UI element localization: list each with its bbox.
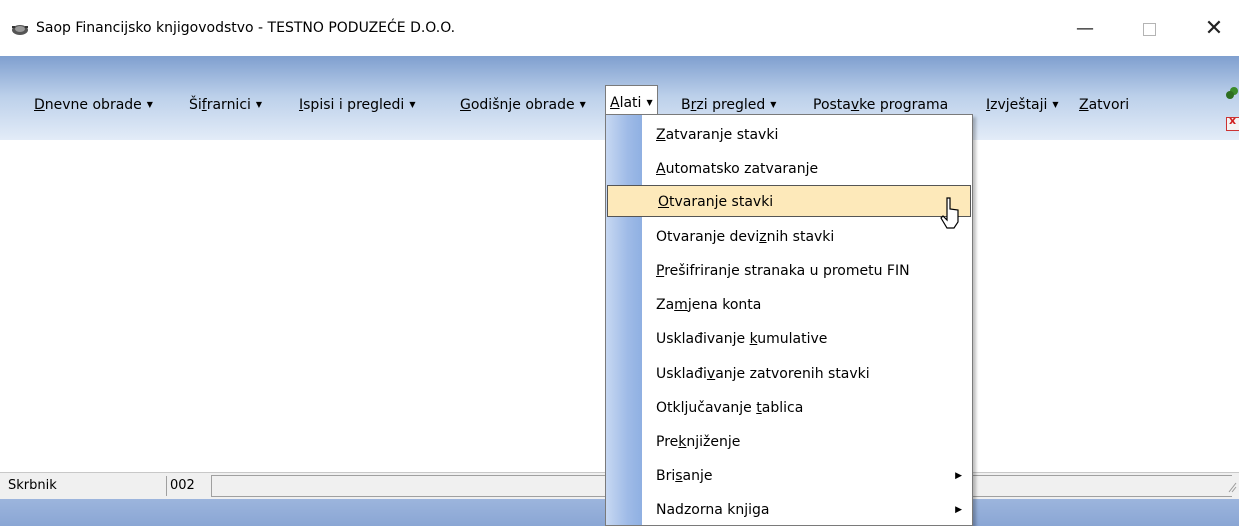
item-accel: O	[658, 194, 670, 210]
menu-label: ke programa	[859, 97, 949, 113]
close-document-icon[interactable]	[1226, 114, 1239, 131]
window-title: Saop Financijsko knjigovodstvo - TESTNO …	[36, 20, 456, 36]
menu-accel: Z	[1079, 97, 1089, 113]
item-accel: v	[706, 366, 716, 382]
item-label: Pre	[656, 434, 679, 450]
menu-item-brisanje[interactable]: Brisanje ▶	[606, 460, 972, 492]
menu-label: odišnje obrade	[470, 97, 575, 113]
item-label: jena konta	[687, 297, 762, 313]
alati-dropdown-menu: Zatvaranje stavki Automatsko zatvaranje …	[605, 114, 973, 526]
menu-label: spisi i pregledi	[303, 97, 405, 113]
menu-accel: G	[460, 97, 471, 113]
status-code: 002	[166, 476, 210, 496]
menu-item-zamjena-konta[interactable]: Zamjena konta	[606, 289, 972, 321]
item-label: Bri	[656, 468, 676, 484]
menu-label: zvještaji	[990, 97, 1048, 113]
menu-zatvori[interactable]: Zatvori	[1079, 93, 1129, 117]
close-button[interactable]: ✕	[1199, 14, 1229, 44]
item-label: njiženje	[686, 434, 741, 450]
item-label: anje zatvorenih stavki	[715, 366, 870, 382]
menu-accel: D	[34, 97, 45, 113]
item-accel: P	[656, 263, 665, 279]
menu-ispisi-i-pregledi[interactable]: Ispisi i pregledi ▼	[299, 93, 415, 117]
item-accel: s	[675, 468, 683, 484]
menu-dnevne-obrade[interactable]: Dnevne obrade ▼	[34, 93, 153, 117]
item-label: Nadzorna knjiga	[656, 502, 770, 518]
menu-godisnje-obrade[interactable]: Godišnje obrade ▼	[460, 93, 586, 117]
app-logo-icon	[12, 25, 28, 35]
help-figure-icon[interactable]	[1224, 86, 1239, 100]
item-accel: m	[674, 297, 688, 313]
item-label: utomatsko zatvaranje	[665, 161, 819, 177]
menu-item-otvaranje-deviznih-stavki[interactable]: Otvaranje deviznih stavki	[606, 221, 972, 253]
item-label: atvaranje stavki	[665, 127, 779, 143]
menu-accel: A	[610, 95, 620, 111]
menu-label: Ši	[189, 97, 202, 113]
caret-down-icon: ▼	[409, 100, 416, 109]
caret-down-icon: ▼	[146, 100, 153, 109]
item-label: Za	[656, 297, 675, 313]
item-label: Otključavanje	[656, 400, 757, 416]
menu-item-presifriranje-stranaka[interactable]: Prešifriranje stranaka u prometu FIN	[606, 255, 972, 287]
item-label: Usklađi	[656, 366, 707, 382]
menu-sifrarnici[interactable]: Šifrarnici ▼	[189, 93, 262, 117]
item-label: umulative	[757, 331, 828, 347]
item-label: nih stavki	[766, 229, 835, 245]
item-label: tvaranje stavki	[669, 194, 774, 210]
caret-down-icon: ▼	[1052, 100, 1059, 109]
minimize-button[interactable]: —	[1070, 14, 1100, 44]
menu-item-uskladivanje-zatvorenih-stavki[interactable]: Usklađivanje zatvorenih stavki	[606, 358, 972, 390]
menu-item-otvaranje-stavki[interactable]: Otvaranje stavki	[607, 185, 971, 217]
title-bar: Saop Financijsko knjigovodstvo - TESTNO …	[0, 0, 1239, 56]
item-label: Otvaranje devi	[656, 229, 760, 245]
menu-label: atvori	[1088, 97, 1130, 113]
submenu-arrow-icon: ▶	[955, 471, 962, 481]
menu-item-preknjizenje[interactable]: Preknjiženje	[606, 426, 972, 458]
menu-label: nevne obrade	[44, 97, 142, 113]
menu-item-zatvaranje-stavki[interactable]: Zatvaranje stavki	[606, 119, 972, 151]
menu-label: Posta	[813, 97, 851, 113]
submenu-arrow-icon: ▶	[955, 505, 962, 515]
menu-item-automatsko-zatvaranje[interactable]: Automatsko zatvaranje	[606, 153, 972, 185]
caret-down-icon: ▼	[255, 100, 263, 109]
item-label: anje	[682, 468, 713, 484]
maximize-button[interactable]	[1134, 14, 1164, 44]
mouse-pointer-icon	[940, 197, 959, 229]
maximize-icon	[1142, 22, 1156, 36]
menu-item-uskladivanje-kumulative[interactable]: Usklađivanje kumulative	[606, 323, 972, 355]
menu-accel: v	[850, 97, 860, 113]
menu-izvjestaji[interactable]: Izvještaji ▼	[986, 93, 1059, 117]
item-label: ablica	[761, 400, 804, 416]
caret-down-icon: ▼	[770, 100, 777, 109]
item-label: Usklađivanje	[656, 331, 750, 347]
item-accel: Z	[656, 127, 666, 143]
item-accel: A	[656, 161, 666, 177]
status-user: Skrbnik	[8, 478, 57, 493]
item-accel: z	[759, 229, 767, 245]
resize-grip-icon[interactable]	[1227, 481, 1237, 493]
caret-down-icon: ▼	[579, 100, 586, 109]
menu-label: rarnici	[206, 97, 251, 113]
menu-item-nadzorna-knjiga[interactable]: Nadzorna knjiga ▶	[606, 494, 972, 525]
menu-label: lati	[619, 95, 642, 111]
item-label: rešifriranje stranaka u prometu FIN	[664, 263, 910, 279]
menu-item-otkljucavanje-tablica[interactable]: Otključavanje tablica	[606, 392, 972, 424]
menu-label: B	[681, 97, 691, 113]
caret-down-icon: ▼	[646, 98, 653, 107]
menu-label: zi pregled	[696, 97, 766, 113]
